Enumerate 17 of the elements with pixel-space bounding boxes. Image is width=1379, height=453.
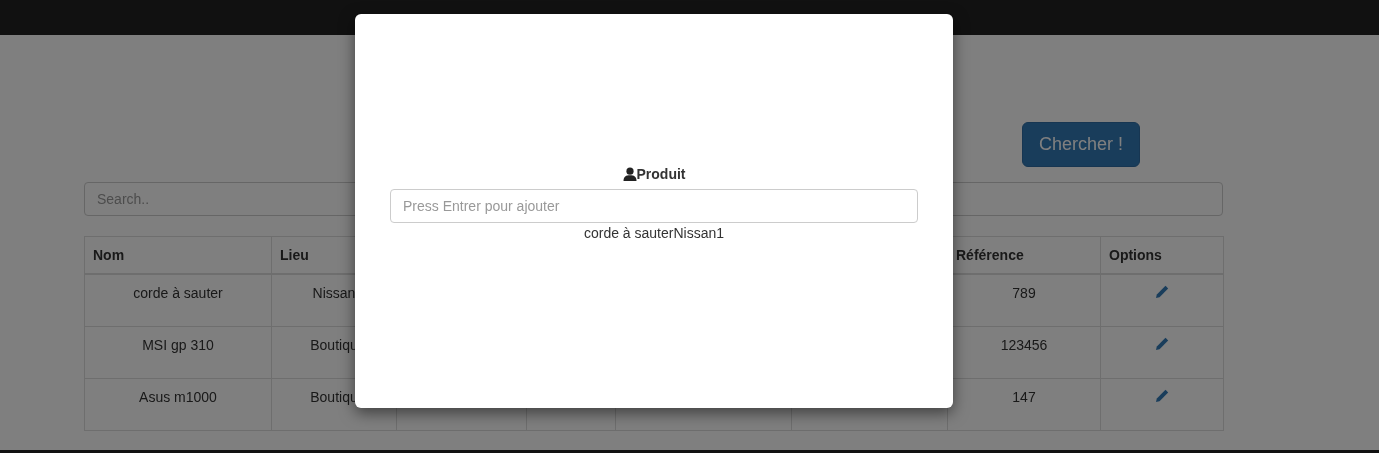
table-cell: Asus m1000 xyxy=(139,388,217,405)
search-button[interactable]: Chercher ! xyxy=(1022,122,1140,167)
field-label: Produit xyxy=(636,166,686,182)
person-icon xyxy=(622,167,637,181)
table-cell: 147 xyxy=(1012,388,1036,405)
input-field[interactable]: Press Entrer pour ajouter xyxy=(390,189,918,223)
table-cell: corde à sauter xyxy=(133,285,223,301)
list-item: corde à sauterNissan1 xyxy=(583,225,725,241)
table-cell: Nissan xyxy=(312,285,356,301)
pencil-icon[interactable] xyxy=(1155,388,1169,403)
column-header: Nom xyxy=(84,236,272,274)
table-cell: MSI gp 310 xyxy=(142,336,214,353)
table-cell: 789 xyxy=(1012,285,1036,301)
table-cell: 123456 xyxy=(1000,336,1048,353)
pencil-icon[interactable] xyxy=(1155,285,1169,299)
column-header: Options xyxy=(1100,236,1224,274)
pencil-icon[interactable] xyxy=(1155,336,1169,351)
